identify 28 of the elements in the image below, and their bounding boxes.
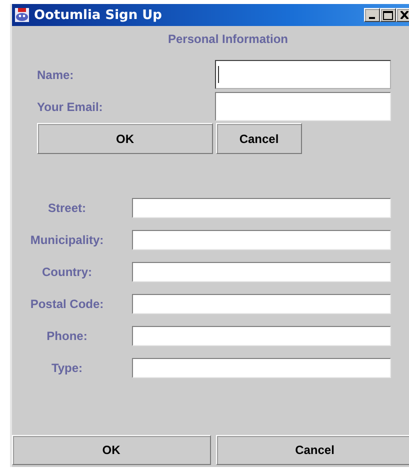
close-button[interactable] <box>396 8 409 22</box>
field-label: Your Email: <box>37 100 103 114</box>
input-field[interactable] <box>215 92 391 121</box>
input-field[interactable] <box>132 326 391 346</box>
field-label: Municipality: <box>30 233 104 247</box>
input-field[interactable] <box>215 60 391 89</box>
cancel-button[interactable]: Cancel <box>216 435 409 465</box>
maximize-icon <box>383 10 393 20</box>
field-label: Country: <box>42 265 92 279</box>
field-label: Type: <box>51 361 83 375</box>
maximize-button[interactable] <box>380 8 396 22</box>
input-field[interactable] <box>132 198 391 218</box>
input-field[interactable] <box>132 230 391 250</box>
section-heading: Personal Information <box>168 32 288 46</box>
minimize-button[interactable] <box>364 8 380 22</box>
field-label: Name: <box>37 68 74 82</box>
field-label: Street: <box>48 201 86 215</box>
window-title: Ootumlia Sign Up <box>34 8 163 22</box>
input-field[interactable] <box>132 294 391 314</box>
app-icon <box>14 7 30 23</box>
cancel-button[interactable]: Cancel <box>216 123 302 154</box>
ok-button[interactable]: OK <box>12 435 210 465</box>
field-label: Postal Code: <box>30 297 104 311</box>
input-field[interactable] <box>132 262 391 282</box>
close-icon <box>400 11 408 19</box>
field-label: Phone: <box>46 329 88 343</box>
ok-button[interactable]: OK <box>37 123 213 154</box>
input-field[interactable] <box>132 358 391 378</box>
